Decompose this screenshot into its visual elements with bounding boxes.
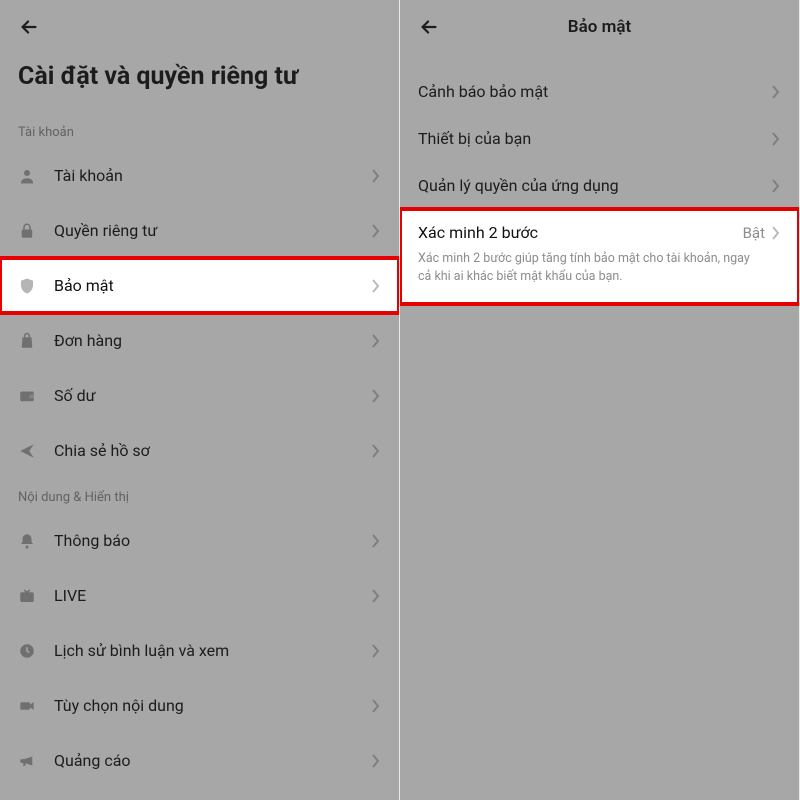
list-item-label: Lịch sử bình luận và xem xyxy=(44,641,371,660)
list-item-label: Thông báo xyxy=(44,531,371,550)
chevron-right-icon xyxy=(371,444,381,458)
section-content-label: Nội dung & Hiển thị xyxy=(0,478,399,513)
list-item-label: Số dư xyxy=(44,386,371,405)
header xyxy=(0,0,399,54)
chevron-right-icon xyxy=(371,644,381,658)
chevron-right-icon xyxy=(371,589,381,603)
section-account-label: Tài khoản xyxy=(0,113,399,148)
chevron-right-icon xyxy=(771,226,781,240)
bell-icon xyxy=(18,532,44,550)
page-title: Cài đặt và quyền riêng tư xyxy=(0,54,399,113)
chevron-right-icon xyxy=(771,179,781,193)
item-title: Thiết bị của bạn xyxy=(418,129,771,148)
header-title: Bảo mật xyxy=(568,17,631,37)
chevron-right-icon xyxy=(371,389,381,403)
list-item-label: Bảo mật xyxy=(44,276,371,295)
settings-screen: Cài đặt và quyền riêng tư Tài khoản Tài … xyxy=(0,0,400,800)
list-item-label: Tài khoản xyxy=(44,166,371,185)
chevron-right-icon xyxy=(371,754,381,768)
chevron-right-icon xyxy=(371,279,381,293)
security-alerts-item[interactable]: Cảnh báo bảo mật xyxy=(400,68,799,115)
chevron-right-icon xyxy=(771,85,781,99)
chevron-right-icon xyxy=(371,699,381,713)
list-item-label: Chia sẻ hồ sơ xyxy=(44,441,371,460)
header: Bảo mật xyxy=(400,0,799,54)
item-title: Quản lý quyền của ứng dụng xyxy=(418,176,771,195)
megaphone-icon xyxy=(18,752,44,770)
app-permissions-item[interactable]: Quản lý quyền của ứng dụng xyxy=(400,162,799,209)
live-icon xyxy=(18,587,44,605)
shield-icon xyxy=(18,277,44,295)
sidebar-item-share-profile[interactable]: Chia sẻ hồ sơ xyxy=(0,423,399,478)
chevron-right-icon xyxy=(371,224,381,238)
chevron-right-icon xyxy=(371,534,381,548)
list-item-label: Đơn hàng xyxy=(44,331,371,350)
item-subtitle: Xác minh 2 bước giúp tăng tính bảo mật c… xyxy=(418,250,758,286)
chevron-right-icon xyxy=(771,132,781,146)
your-devices-item[interactable]: Thiết bị của bạn xyxy=(400,115,799,162)
share-icon xyxy=(18,442,44,460)
sidebar-item-security[interactable]: Bảo mật xyxy=(0,258,399,313)
bag-icon xyxy=(18,332,44,350)
sidebar-item-notifications[interactable]: Thông báo xyxy=(0,513,399,568)
item-value: Bật xyxy=(743,224,765,242)
back-arrow-icon xyxy=(418,16,440,38)
sidebar-item-balance[interactable]: Số dư xyxy=(0,368,399,423)
sidebar-item-content-pref[interactable]: Tùy chọn nội dung xyxy=(0,678,399,733)
list-item-label: Quyền riêng tư xyxy=(44,221,371,240)
security-screen: Bảo mật Cảnh báo bảo mật Thiết bị của bạ… xyxy=(400,0,800,800)
two-step-verify-item[interactable]: Xác minh 2 bước Bật Xác minh 2 bước giúp… xyxy=(400,209,799,304)
sidebar-item-ads[interactable]: Quảng cáo xyxy=(0,733,399,788)
item-title: Cảnh báo bảo mật xyxy=(418,82,771,101)
item-title: Xác minh 2 bước xyxy=(418,223,743,242)
wallet-icon xyxy=(18,387,44,405)
list-item-label: LIVE xyxy=(44,586,371,605)
back-button[interactable] xyxy=(16,14,42,40)
sidebar-item-orders[interactable]: Đơn hàng xyxy=(0,313,399,368)
back-button[interactable] xyxy=(416,14,442,40)
sidebar-item-history[interactable]: Lịch sử bình luận và xem xyxy=(0,623,399,678)
clock-icon xyxy=(18,642,44,660)
list-item-label: Quảng cáo xyxy=(44,751,371,770)
lock-icon xyxy=(18,222,44,240)
list-item-label: Tùy chọn nội dung xyxy=(44,696,371,715)
chevron-right-icon xyxy=(371,169,381,183)
chevron-right-icon xyxy=(371,334,381,348)
sidebar-item-live[interactable]: LIVE xyxy=(0,568,399,623)
sidebar-item-account[interactable]: Tài khoản xyxy=(0,148,399,203)
user-icon xyxy=(18,167,44,185)
video-icon xyxy=(18,697,44,715)
back-arrow-icon xyxy=(18,16,40,38)
sidebar-item-privacy[interactable]: Quyền riêng tư xyxy=(0,203,399,258)
